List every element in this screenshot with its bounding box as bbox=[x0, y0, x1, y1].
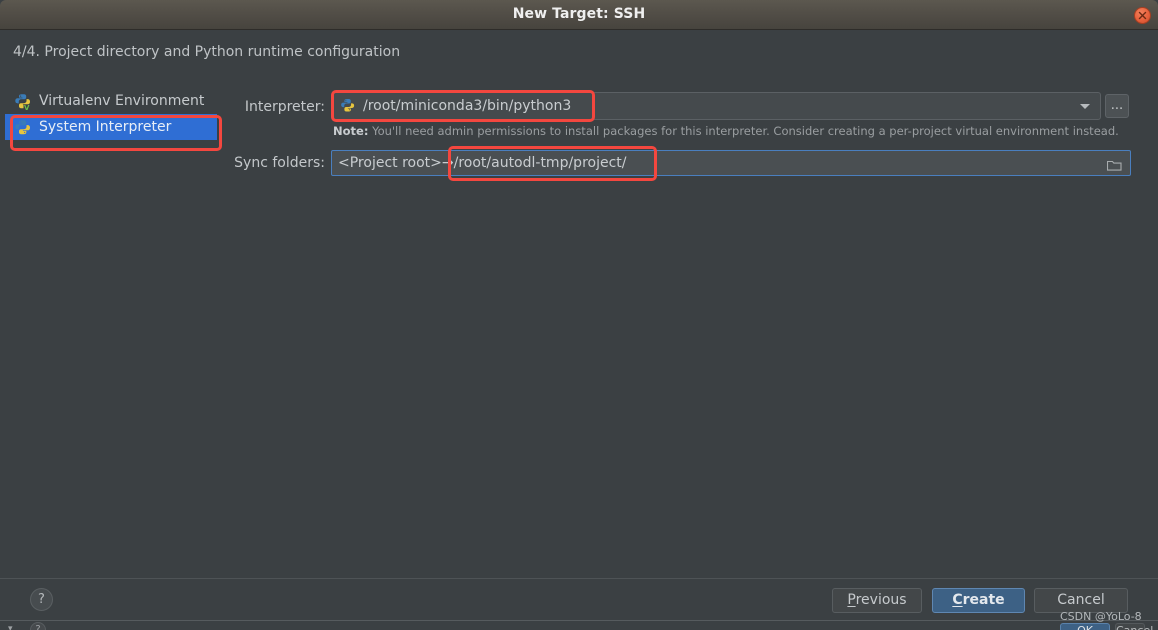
help-button[interactable]: ? bbox=[30, 588, 53, 611]
previous-button[interactable]: Previous bbox=[832, 588, 922, 613]
footer-divider bbox=[0, 578, 1158, 579]
previous-button-mnemonic: P bbox=[847, 592, 855, 608]
svg-text:V: V bbox=[24, 104, 30, 110]
close-glyph bbox=[1138, 11, 1147, 20]
background-dialog-arrow-icon: ▾ bbox=[8, 624, 13, 630]
window-title: New Target: SSH bbox=[0, 0, 1158, 29]
create-button[interactable]: Create bbox=[932, 588, 1025, 613]
new-target-ssh-dialog: ▾ ? OK Cancel New Target: SSH 4/4. Proje… bbox=[0, 0, 1158, 630]
interpreter-combo[interactable]: /root/miniconda3/bin/python3 bbox=[331, 92, 1101, 120]
sync-folders-input[interactable]: <Project root>→/root/autodl-tmp/project/ bbox=[331, 150, 1131, 176]
interpreter-value-wrapper: /root/miniconda3/bin/python3 bbox=[340, 98, 571, 115]
watermark: CSDN @YoLo-8 bbox=[1060, 610, 1142, 623]
title-bar: New Target: SSH bbox=[0, 0, 1158, 30]
page-title: 4/4. Project directory and Python runtim… bbox=[13, 44, 400, 60]
sidebar-item-label: System Interpreter bbox=[39, 119, 171, 135]
python-virtualenv-icon: V bbox=[14, 93, 31, 110]
chevron-down-icon[interactable] bbox=[1080, 104, 1090, 109]
background-dialog-ok-button[interactable]: OK bbox=[1060, 623, 1110, 630]
interpreter-label: Interpreter: bbox=[180, 99, 325, 115]
background-dialog-strip: ▾ ? OK Cancel bbox=[0, 620, 1158, 630]
create-button-mnemonic: C bbox=[952, 592, 962, 608]
previous-button-label: revious bbox=[856, 592, 907, 608]
python-icon bbox=[340, 98, 357, 115]
python-icon bbox=[14, 119, 31, 136]
create-button-label: reate bbox=[963, 592, 1005, 608]
sync-folders-value: <Project root>→/root/autodl-tmp/project/ bbox=[338, 155, 626, 171]
sidebar-item-system-interpreter[interactable]: System Interpreter bbox=[5, 114, 217, 140]
background-dialog-cancel-button[interactable]: Cancel bbox=[1115, 623, 1145, 630]
interpreter-note-prefix: Note: bbox=[333, 124, 368, 138]
interpreter-note: Note: You'll need admin permissions to i… bbox=[333, 124, 1119, 138]
interpreter-note-text: You'll need admin permissions to install… bbox=[368, 124, 1118, 138]
folder-icon[interactable] bbox=[1107, 157, 1122, 176]
interpreter-browse-button[interactable]: ... bbox=[1105, 94, 1129, 118]
close-icon[interactable] bbox=[1134, 7, 1151, 24]
background-dialog-help-button[interactable]: ? bbox=[30, 622, 46, 630]
interpreter-path-value: /root/miniconda3/bin/python3 bbox=[363, 98, 571, 114]
sync-folders-label: Sync folders: bbox=[180, 155, 325, 171]
